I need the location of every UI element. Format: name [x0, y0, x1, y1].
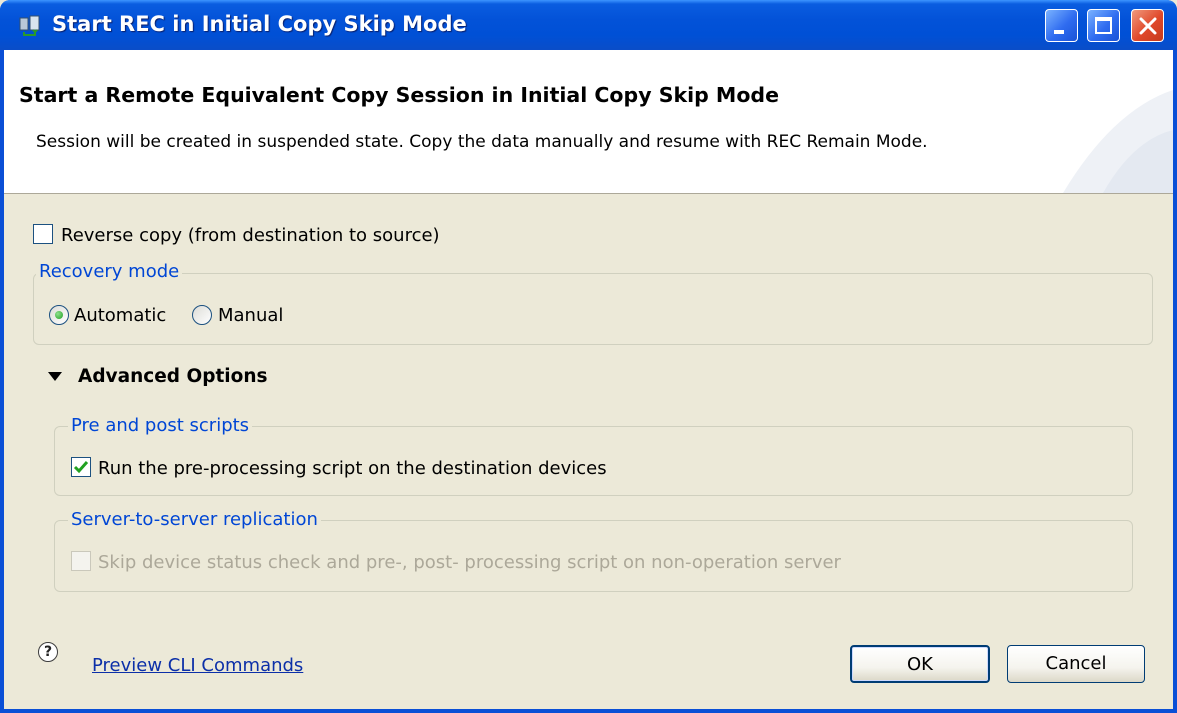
- expand-triangle-icon[interactable]: [48, 372, 62, 382]
- recovery-manual-radio[interactable]: [192, 305, 212, 325]
- dialog-client: Start a Remote Equivalent Copy Session i…: [4, 50, 1173, 709]
- skip-device-check-checkbox[interactable]: [71, 551, 91, 571]
- cancel-button[interactable]: Cancel: [1007, 645, 1145, 683]
- recovery-mode-group: Recovery mode Automatic Manual: [33, 261, 1153, 345]
- title-bar[interactable]: Start REC in Initial Copy Skip Mode: [0, 0, 1177, 50]
- ok-button[interactable]: OK: [850, 645, 990, 683]
- run-pre-script-checkbox[interactable]: [71, 457, 91, 477]
- recovery-mode-legend: Recovery mode: [36, 261, 183, 282]
- page-description: Session will be created in suspended sta…: [36, 132, 928, 152]
- window-title: Start REC in Initial Copy Skip Mode: [52, 12, 467, 36]
- pre-post-scripts-group: Pre and post scripts Run the pre-process…: [54, 415, 1133, 496]
- close-button[interactable]: [1131, 9, 1164, 42]
- server-replication-group: Server-to-server replication Skip device…: [54, 509, 1133, 592]
- pre-post-scripts-legend: Pre and post scripts: [68, 415, 253, 436]
- preview-cli-link[interactable]: Preview CLI Commands: [92, 655, 303, 676]
- maximize-button[interactable]: [1087, 9, 1120, 42]
- app-icon: [19, 15, 40, 36]
- minimize-button[interactable]: [1045, 9, 1078, 42]
- close-icon: [1139, 17, 1157, 35]
- checkmark-icon: [73, 461, 89, 474]
- server-replication-legend: Server-to-server replication: [68, 509, 321, 530]
- recovery-automatic-radio[interactable]: [49, 305, 69, 325]
- radio-selected-dot: [55, 311, 63, 319]
- dialog-header: Start a Remote Equivalent Copy Session i…: [4, 50, 1173, 194]
- header-decoration: [1063, 90, 1173, 193]
- help-icon[interactable]: ?: [38, 642, 58, 662]
- recovery-manual-label[interactable]: Manual: [218, 305, 283, 326]
- reverse-copy-checkbox[interactable]: [33, 224, 53, 244]
- dialog-window: Start REC in Initial Copy Skip Mode Star…: [0, 0, 1177, 713]
- recovery-automatic-label[interactable]: Automatic: [74, 305, 166, 326]
- page-title: Start a Remote Equivalent Copy Session i…: [19, 83, 779, 107]
- reverse-copy-label[interactable]: Reverse copy (from destination to source…: [61, 225, 440, 246]
- skip-device-check-label: Skip device status check and pre-, post-…: [98, 552, 841, 573]
- advanced-options-toggle[interactable]: Advanced Options: [78, 366, 268, 387]
- run-pre-script-label[interactable]: Run the pre-processing script on the des…: [98, 458, 607, 479]
